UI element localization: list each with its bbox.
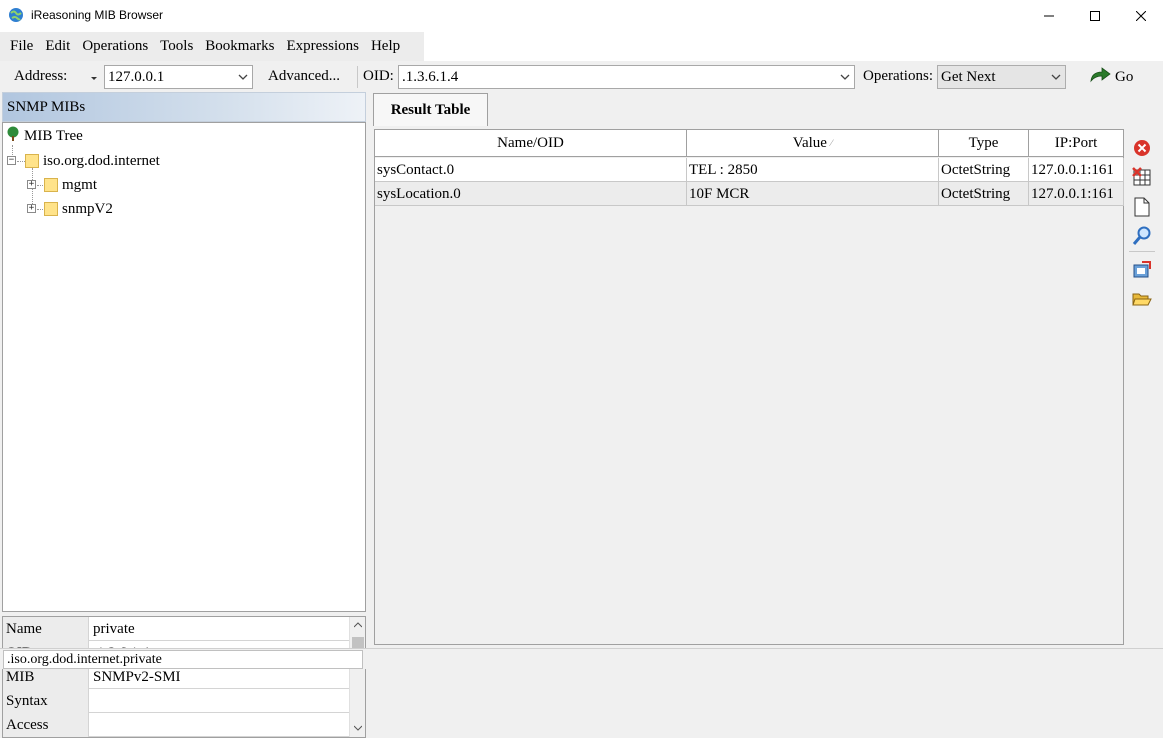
tab-result-table[interactable]: Result Table bbox=[373, 93, 488, 126]
folder-icon bbox=[44, 178, 58, 192]
cell-value[interactable]: TEL : 2850 bbox=[687, 158, 939, 182]
menu-operations[interactable]: Operations bbox=[76, 32, 154, 61]
clear-table-button[interactable] bbox=[1131, 166, 1153, 188]
property-row: Syntax bbox=[3, 689, 349, 713]
menu-file[interactable]: File bbox=[4, 32, 39, 61]
result-table: Name/OID Value ⁄ Type IP:Port sysContact… bbox=[374, 129, 1124, 645]
address-label: Address: bbox=[14, 68, 68, 84]
column-header-ip-port[interactable]: IP:Port bbox=[1029, 130, 1124, 157]
title-bar: iReasoning MIB Browser bbox=[0, 0, 1163, 32]
expand-icon[interactable]: + bbox=[27, 180, 36, 189]
globe-icon bbox=[8, 7, 24, 23]
result-side-toolbar bbox=[1127, 129, 1157, 329]
column-header-label: Value bbox=[792, 135, 827, 151]
tree-root-label: MIB Tree bbox=[24, 127, 83, 144]
cell-value[interactable]: 10F MCR bbox=[687, 182, 939, 206]
properties-table: Name private OID .1.3.6.1.4 MIB SNMPv2-S… bbox=[2, 616, 366, 738]
tree-node-label: snmpV2 bbox=[62, 200, 113, 217]
property-row: Name private bbox=[3, 617, 349, 641]
folder-icon bbox=[44, 202, 58, 216]
window-title: iReasoning MIB Browser bbox=[31, 8, 164, 22]
expand-icon[interactable]: + bbox=[27, 204, 36, 213]
menu-bar: File Edit Operations Tools Bookmarks Exp… bbox=[0, 32, 1163, 61]
tree-node-mgmt[interactable]: mgmt bbox=[44, 174, 97, 196]
menu-help[interactable]: Help bbox=[365, 32, 406, 61]
new-document-button[interactable] bbox=[1131, 196, 1153, 218]
properties-scrollbar[interactable] bbox=[349, 617, 365, 737]
address-history-dropdown-icon[interactable] bbox=[90, 71, 98, 88]
column-header-type[interactable]: Type bbox=[939, 130, 1029, 157]
go-label: Go bbox=[1115, 68, 1134, 85]
go-arrow-icon bbox=[1089, 66, 1111, 88]
tree-root[interactable]: MIB Tree bbox=[5, 125, 83, 147]
oid-label: OID: bbox=[363, 68, 394, 84]
tree-line bbox=[17, 161, 25, 162]
snmp-mibs-header: SNMP MIBs bbox=[2, 92, 366, 122]
cell-name[interactable]: sysLocation.0 bbox=[375, 182, 687, 206]
operations-label: Operations: bbox=[863, 68, 933, 84]
property-name: Access bbox=[3, 713, 89, 737]
property-row: Access bbox=[3, 713, 349, 737]
address-value: 127.0.0.1 bbox=[108, 69, 165, 85]
cell-ip-port[interactable]: 127.0.0.1:161 bbox=[1029, 182, 1124, 206]
menu-edit[interactable]: Edit bbox=[39, 32, 76, 61]
status-text: .iso.org.dod.internet.private bbox=[3, 650, 363, 669]
go-button[interactable]: Go bbox=[1089, 66, 1133, 88]
delete-row-button[interactable] bbox=[1131, 137, 1153, 159]
property-name: Name bbox=[3, 617, 89, 641]
menu-bookmarks[interactable]: Bookmarks bbox=[199, 32, 280, 61]
menu-tools[interactable]: Tools bbox=[154, 32, 199, 61]
close-button[interactable] bbox=[1118, 0, 1163, 31]
cell-name[interactable]: sysContact.0 bbox=[375, 158, 687, 182]
chevron-down-icon bbox=[238, 74, 248, 80]
find-button[interactable] bbox=[1131, 225, 1153, 247]
tree-node-internet[interactable]: iso.org.dod.internet bbox=[25, 150, 160, 172]
column-header-value[interactable]: Value ⁄ bbox=[687, 130, 939, 157]
open-folder-button[interactable] bbox=[1131, 288, 1153, 310]
cell-ip-port[interactable]: 127.0.0.1:161 bbox=[1029, 158, 1124, 182]
toolbar-divider bbox=[1129, 251, 1155, 252]
operations-select[interactable]: Get Next bbox=[937, 65, 1066, 89]
cell-type[interactable]: OctetString bbox=[939, 182, 1029, 206]
chevron-down-icon[interactable] bbox=[354, 725, 362, 731]
chevron-down-icon bbox=[840, 74, 850, 80]
operations-value: Get Next bbox=[941, 69, 996, 85]
delete-icon bbox=[1134, 140, 1150, 156]
address-combo[interactable]: 127.0.0.1 bbox=[104, 65, 253, 89]
export-button[interactable] bbox=[1131, 259, 1153, 281]
property-value bbox=[90, 713, 349, 737]
tree-node-label: iso.org.dod.internet bbox=[43, 152, 160, 169]
menu-expressions[interactable]: Expressions bbox=[280, 32, 365, 61]
property-value bbox=[90, 689, 349, 713]
tree-node-snmpv2[interactable]: snmpV2 bbox=[44, 198, 113, 220]
folder-open-icon bbox=[1132, 293, 1152, 306]
column-header-name-oid[interactable]: Name/OID bbox=[375, 130, 687, 157]
tree-icon bbox=[5, 126, 21, 147]
export-icon bbox=[1133, 261, 1151, 278]
collapse-icon[interactable]: − bbox=[7, 156, 16, 165]
tree-node-label: mgmt bbox=[62, 176, 98, 193]
mib-tree[interactable]: MIB Tree − iso.org.dod.internet + mgmt +… bbox=[2, 122, 366, 612]
toolbar: Address: 127.0.0.1 Advanced... OID: .1.3… bbox=[0, 62, 1163, 92]
advanced-button[interactable]: Advanced... bbox=[268, 68, 340, 85]
clear-table-icon bbox=[1132, 167, 1151, 186]
maximize-button[interactable] bbox=[1072, 0, 1118, 31]
search-icon bbox=[1132, 226, 1151, 245]
property-name: Syntax bbox=[3, 689, 89, 713]
oid-value: .1.3.6.1.4 bbox=[402, 69, 459, 85]
chevron-up-icon[interactable] bbox=[354, 622, 362, 628]
toolbar-separator bbox=[357, 66, 358, 88]
chevron-down-icon bbox=[1051, 74, 1061, 80]
folder-open-icon bbox=[25, 154, 39, 168]
left-panel: SNMP MIBs MIB Tree − iso.org.dod.interne… bbox=[2, 92, 366, 738]
oid-combo[interactable]: .1.3.6.1.4 bbox=[398, 65, 855, 89]
status-bar: .iso.org.dod.internet.private bbox=[0, 648, 1163, 669]
property-value: private bbox=[93, 621, 135, 637]
sort-icon: ⁄ bbox=[830, 138, 833, 148]
document-icon bbox=[1134, 197, 1150, 217]
cell-type[interactable]: OctetString bbox=[939, 158, 1029, 182]
minimize-button[interactable] bbox=[1026, 0, 1072, 31]
